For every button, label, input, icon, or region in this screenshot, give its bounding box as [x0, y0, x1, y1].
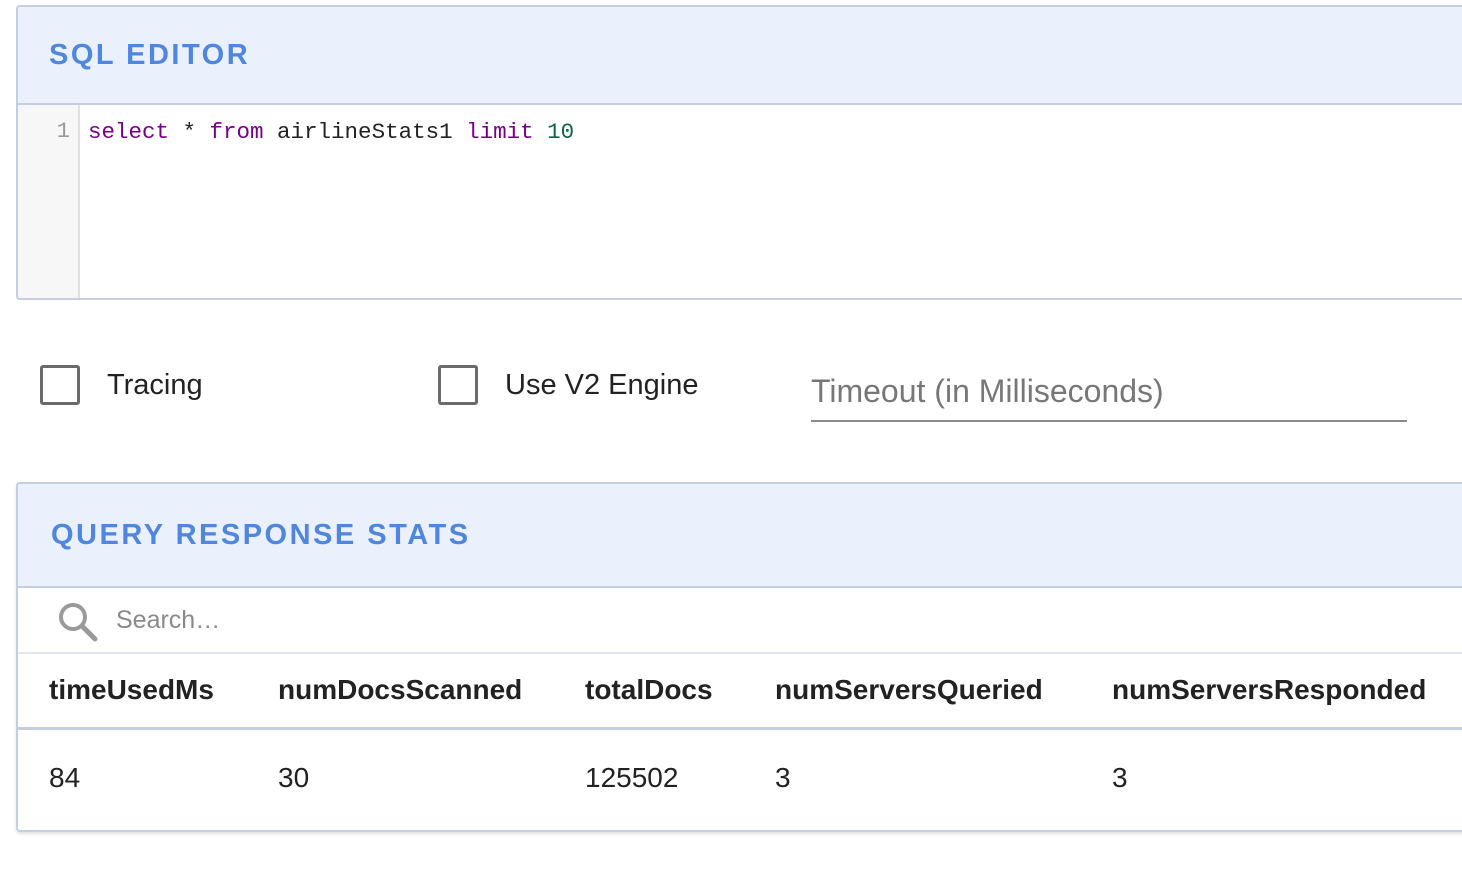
tracing-checkbox[interactable] [40, 365, 80, 405]
operator-star: * [169, 119, 210, 145]
line-number: 1 [56, 119, 70, 144]
code-editor[interactable]: 1 select * from airlineStats1 limit 10 [18, 105, 1462, 298]
column-header-num-docs-scanned[interactable]: numDocsScanned [278, 654, 585, 730]
table-header-row: timeUsedMs numDocsScanned totalDocs numS… [18, 654, 1462, 730]
cell-total-docs: 125502 [585, 761, 679, 793]
sql-editor-title: SQL EDITOR [49, 38, 251, 71]
cell-num-servers-responded: 3 [1112, 761, 1128, 793]
query-response-stats-panel: QUERY RESPONSE STATS timeUsedMs numDocsS… [16, 482, 1462, 832]
keyword-from: from [209, 119, 264, 145]
cell-num-servers-queried: 3 [775, 761, 791, 793]
column-header-time-used-ms[interactable]: timeUsedMs [18, 654, 278, 730]
line-number-gutter: 1 [18, 105, 80, 298]
sql-editor-panel: SQL EDITOR 1 select * from airlineStats1… [16, 5, 1462, 300]
tracing-label: Tracing [107, 368, 203, 401]
tracing-option[interactable]: Tracing [40, 365, 203, 405]
stats-header: QUERY RESPONSE STATS [18, 484, 1462, 588]
cell-num-docs-scanned: 30 [278, 761, 310, 793]
keyword-limit: limit [466, 119, 534, 145]
stats-table: timeUsedMs numDocsScanned totalDocs numS… [18, 654, 1462, 826]
search-icon [59, 603, 98, 642]
keyword-select: select [88, 119, 170, 145]
timeout-input[interactable] [811, 360, 1407, 422]
table-row: 84 30 125502 3 3 [18, 728, 1462, 826]
cell-time-used-ms: 84 [49, 761, 81, 793]
column-header-total-docs[interactable]: totalDocs [585, 654, 775, 730]
v2-engine-label: Use V2 Engine [505, 368, 699, 401]
table-name: airlineStats1 [263, 119, 467, 145]
code-line[interactable]: select * from airlineStats1 limit 10 [80, 105, 574, 298]
search-bar [18, 588, 1462, 654]
stats-title: QUERY RESPONSE STATS [51, 518, 471, 551]
column-header-num-servers-queried[interactable]: numServersQueried [775, 654, 1112, 730]
column-header-num-servers-responded[interactable]: numServersResponded [1112, 654, 1462, 730]
v2-engine-option[interactable]: Use V2 Engine [438, 365, 698, 405]
sql-editor-header: SQL EDITOR [18, 7, 1462, 105]
v2-engine-checkbox[interactable] [438, 365, 478, 405]
search-input[interactable] [114, 604, 714, 636]
limit-value: 10 [547, 119, 575, 145]
